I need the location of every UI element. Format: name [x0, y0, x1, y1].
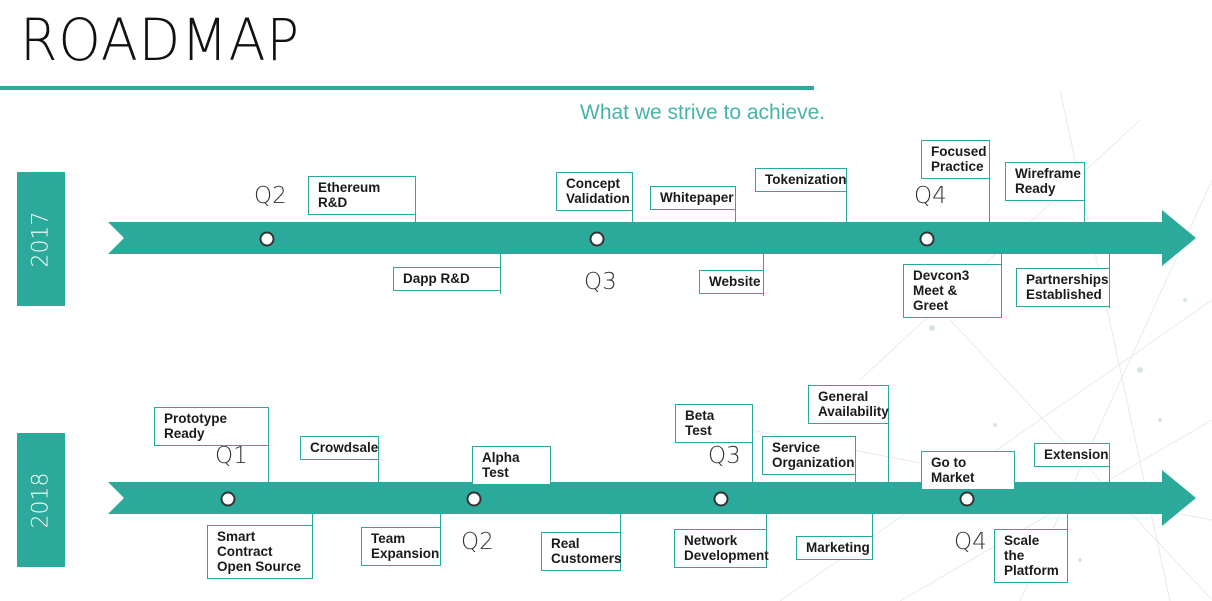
milestone-marketing: Marketing: [796, 536, 873, 560]
milestone-network-development: Network Development: [674, 529, 769, 568]
milestone-real-customers: Real Customers: [541, 532, 622, 571]
timeline-marker-q4-2018: [959, 491, 975, 507]
milestone-website: Website: [699, 270, 764, 294]
page-title: ROADMAP: [20, 6, 300, 74]
connector: [766, 514, 767, 530]
milestone-general-availability: General Availability: [808, 385, 889, 424]
quarter-label-q2-2017: Q2: [254, 183, 287, 209]
milestone-wireframe-ready: Wireframe Ready: [1005, 162, 1085, 201]
timeline-marker-q4-2017: [919, 231, 935, 247]
page-subtitle: What we strive to achieve.: [580, 101, 826, 124]
milestone-smart-contract: Smart Contract Open Source: [207, 525, 313, 579]
year-label-2017: 2017: [17, 172, 65, 306]
milestone-devcon3: Devcon3 Meet & Greet: [903, 264, 1002, 318]
milestone-extension: Extension: [1034, 443, 1110, 467]
milestone-dapp-rd: Dapp R&D: [393, 267, 501, 291]
quarter-label-q4-2017: Q4: [914, 183, 947, 209]
connector: [1067, 514, 1068, 530]
milestone-concept-validation: Concept Validation: [556, 172, 633, 211]
title-underline: [0, 86, 814, 90]
timeline-marker-q1-2018: [220, 491, 236, 507]
milestone-beta-test: Beta Test: [675, 404, 753, 443]
connector: [872, 514, 873, 538]
milestone-crowdsale: Crowdsale: [300, 436, 379, 460]
milestone-service-organization: Service Organization: [762, 436, 856, 475]
milestone-partnerships: Partnerships Established: [1016, 268, 1110, 307]
milestone-alpha-test: Alpha Test: [472, 446, 551, 485]
quarter-label-q2-2018: Q2: [461, 529, 494, 555]
timeline-marker-q2-2018: [466, 491, 482, 507]
timeline-marker-q3-2018: [713, 491, 729, 507]
milestone-focused-practice: Focused Practice: [921, 140, 990, 179]
timeline-arrow-2018: [108, 470, 1196, 526]
timeline-marker-q3-2017: [589, 231, 605, 247]
milestone-scale-platform: Scale the Platform: [994, 529, 1068, 583]
quarter-label-q1-2018: Q1: [215, 443, 248, 469]
connector: [620, 514, 621, 532]
quarter-label-q3-2017: Q3: [584, 269, 617, 295]
quarter-label-q4-2018: Q4: [954, 529, 987, 555]
year-label-2018: 2018: [17, 433, 65, 567]
quarter-label-q3-2018: Q3: [708, 443, 741, 469]
milestone-prototype-ready: Prototype Ready: [154, 407, 269, 446]
milestone-team-expansion: Team Expansion: [361, 527, 441, 566]
milestone-ethereum-rd: Ethereum R&D: [308, 176, 416, 215]
timeline-marker-q2-2017: [259, 231, 275, 247]
milestone-go-to-market: Go to Market: [921, 451, 1015, 490]
milestone-whitepaper: Whitepaper: [650, 186, 736, 210]
milestone-tokenization: Tokenization: [755, 168, 847, 192]
